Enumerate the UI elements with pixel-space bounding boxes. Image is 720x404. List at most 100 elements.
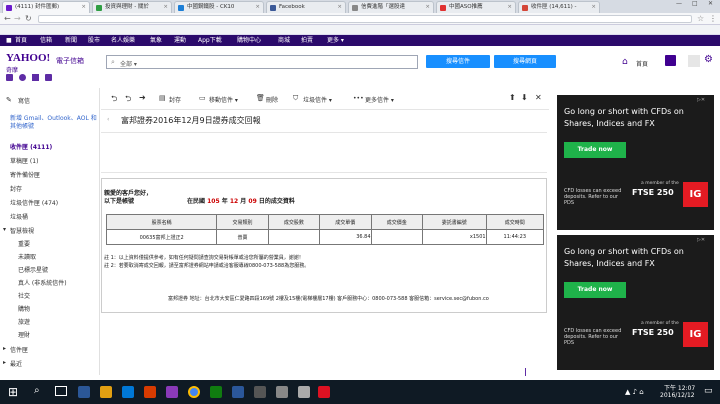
- browser-tab[interactable]: 中國鋼鐵股 - CK10 ×: [174, 1, 264, 13]
- move-button[interactable]: 移動信件 ▾: [209, 95, 238, 104]
- search-input[interactable]: ⌕ 全部 ▾: [106, 55, 418, 69]
- smart-view-unread[interactable]: 未讀取: [18, 252, 36, 261]
- close-icon[interactable]: ×: [507, 2, 512, 13]
- nav-item-sports[interactable]: 運動: [174, 35, 186, 46]
- home-icon[interactable]: ⌂: [622, 57, 628, 67]
- compose-button[interactable]: 寫信: [18, 96, 30, 105]
- edge-icon[interactable]: [78, 386, 90, 398]
- home-link[interactable]: 首頁: [636, 59, 648, 68]
- browser-tab[interactable]: 信費進階「選股達 ×: [348, 1, 434, 13]
- nav-item-weather[interactable]: 氣象: [150, 35, 162, 46]
- close-icon[interactable]: ×: [81, 2, 86, 13]
- adchoices-icon[interactable]: ▷✕: [697, 97, 705, 103]
- nav-item-mall[interactable]: 商城: [278, 35, 290, 46]
- forward-icon[interactable]: →: [14, 14, 21, 23]
- nav-item-celeb[interactable]: 名人娛樂: [111, 35, 135, 46]
- nav-item-news[interactable]: 新聞: [65, 35, 77, 46]
- app-icon[interactable]: [166, 386, 178, 398]
- browser-tab[interactable]: Facebook ×: [266, 1, 346, 13]
- more-button[interactable]: 更多信件 ▾: [365, 95, 394, 104]
- nav-item-home[interactable]: 首頁: [15, 35, 27, 46]
- file-explorer-icon[interactable]: [100, 386, 112, 398]
- nav-item-shopping[interactable]: 購物中心: [237, 35, 261, 46]
- nav-item-stock[interactable]: 股市: [88, 35, 100, 46]
- star-icon[interactable]: ☆: [697, 14, 704, 23]
- word-icon[interactable]: [232, 386, 244, 398]
- smart-views-header[interactable]: 智慧檢視: [10, 226, 34, 235]
- close-icon[interactable]: ×: [163, 2, 168, 13]
- yahoo-logo[interactable]: YAHOO!: [6, 52, 50, 64]
- forward-icon[interactable]: ➜: [139, 93, 146, 102]
- maximize-button[interactable]: □: [692, 0, 698, 7]
- gear-icon[interactable]: ⚙: [704, 54, 713, 65]
- search-web-button[interactable]: 搜尋網頁: [494, 55, 556, 68]
- archive-button[interactable]: 封存: [169, 95, 181, 104]
- arrow-up-icon[interactable]: ⬆: [509, 93, 516, 102]
- browser-tab[interactable]: 中國ASO推薦 ×: [436, 1, 516, 13]
- calendar-icon[interactable]: [32, 74, 39, 81]
- profile-icon[interactable]: [665, 55, 676, 66]
- smart-view-travel[interactable]: 旅遊: [18, 317, 30, 326]
- browser-tab[interactable]: (4111) 封件匯郵) ×: [2, 1, 90, 13]
- smart-view-important[interactable]: 重要: [18, 239, 30, 248]
- task-view-icon[interactable]: [55, 386, 67, 396]
- nav-item-mail[interactable]: 信箱: [40, 35, 52, 46]
- ad-banner[interactable]: ▷✕ Go long or short with CFDs on Shares,…: [557, 235, 714, 370]
- smart-view-finance[interactable]: 理財: [18, 330, 30, 339]
- url-input[interactable]: [38, 15, 692, 23]
- close-icon[interactable]: ×: [337, 2, 342, 13]
- minimize-button[interactable]: —: [676, 0, 682, 7]
- browser-tab[interactable]: 投資與理財 - 關於 ×: [92, 1, 172, 13]
- folder-inbox[interactable]: 收件匣 (4111): [10, 142, 52, 151]
- app-icon[interactable]: [254, 386, 266, 398]
- reload-icon[interactable]: ↻: [25, 14, 32, 23]
- folder-spam[interactable]: 垃圾信件匣 (474): [10, 198, 58, 207]
- spam-button[interactable]: 垃圾信件 ▾: [303, 95, 332, 104]
- nav-item-more[interactable]: 更多 ▾: [327, 35, 344, 46]
- folder-drafts[interactable]: 草稿匣 (1): [10, 156, 38, 165]
- search-icon[interactable]: ⌕: [34, 385, 40, 396]
- smart-view-social[interactable]: 社交: [18, 291, 30, 300]
- reply-all-icon[interactable]: ⮌: [125, 93, 131, 107]
- app-icon[interactable]: [298, 386, 310, 398]
- folder-sent[interactable]: 寄件備份匣: [10, 170, 40, 179]
- windows-start-icon[interactable]: ⊞: [8, 385, 18, 399]
- chevron-left-icon[interactable]: ‹: [107, 116, 109, 123]
- add-accounts-link[interactable]: 新增 Gmail、Outlook、AOL 和其他帳號: [10, 115, 98, 131]
- folder-trash[interactable]: 垃圾桶: [10, 212, 28, 221]
- notification-icon[interactable]: ▭: [704, 386, 713, 396]
- tray-icons[interactable]: ▲ ♪ ⌂: [625, 388, 644, 396]
- close-window-button[interactable]: ✕: [708, 0, 713, 7]
- smart-view-people[interactable]: 真人 (非系統信件): [18, 278, 67, 287]
- back-icon[interactable]: ←: [4, 14, 11, 23]
- trade-now-button[interactable]: Trade now: [564, 282, 626, 298]
- search-scope-select[interactable]: 全部 ▾: [120, 59, 137, 68]
- nav-item-auction[interactable]: 拍賣: [301, 35, 313, 46]
- recent-header[interactable]: 最近: [10, 359, 22, 368]
- notepad-icon[interactable]: [45, 74, 52, 81]
- browser-tab[interactable]: 收件匣 (14,611) - ×: [518, 1, 600, 13]
- avatar[interactable]: [688, 55, 700, 67]
- app-icon[interactable]: [318, 386, 330, 398]
- chrome-icon[interactable]: [188, 386, 200, 398]
- folders-header[interactable]: 信件匣: [10, 345, 28, 354]
- ad-banner[interactable]: ▷✕ Go long or short with CFDs on Shares,…: [557, 95, 714, 230]
- close-icon[interactable]: ✕: [535, 93, 542, 102]
- smart-view-shopping[interactable]: 購物: [18, 304, 30, 313]
- store-icon[interactable]: [122, 386, 134, 398]
- close-icon[interactable]: ×: [425, 2, 430, 13]
- chevron-right-icon[interactable]: ▸: [3, 359, 6, 366]
- mail-icon[interactable]: [6, 74, 13, 81]
- smart-view-starred[interactable]: 已標示星號: [18, 265, 48, 274]
- contacts-icon[interactable]: [19, 74, 26, 81]
- trade-now-button[interactable]: Trade now: [564, 142, 626, 158]
- search-mail-button[interactable]: 搜尋信件: [426, 55, 490, 68]
- folder-archive[interactable]: 封存: [10, 184, 22, 193]
- close-icon[interactable]: ×: [255, 2, 260, 13]
- app-icon[interactable]: [144, 386, 156, 398]
- adchoices-icon[interactable]: ▷✕: [697, 237, 705, 243]
- arrow-down-icon[interactable]: ⬇: [521, 93, 528, 102]
- excel-icon[interactable]: [210, 386, 222, 398]
- chevron-right-icon[interactable]: ▸: [3, 345, 6, 352]
- app-icon[interactable]: [276, 386, 288, 398]
